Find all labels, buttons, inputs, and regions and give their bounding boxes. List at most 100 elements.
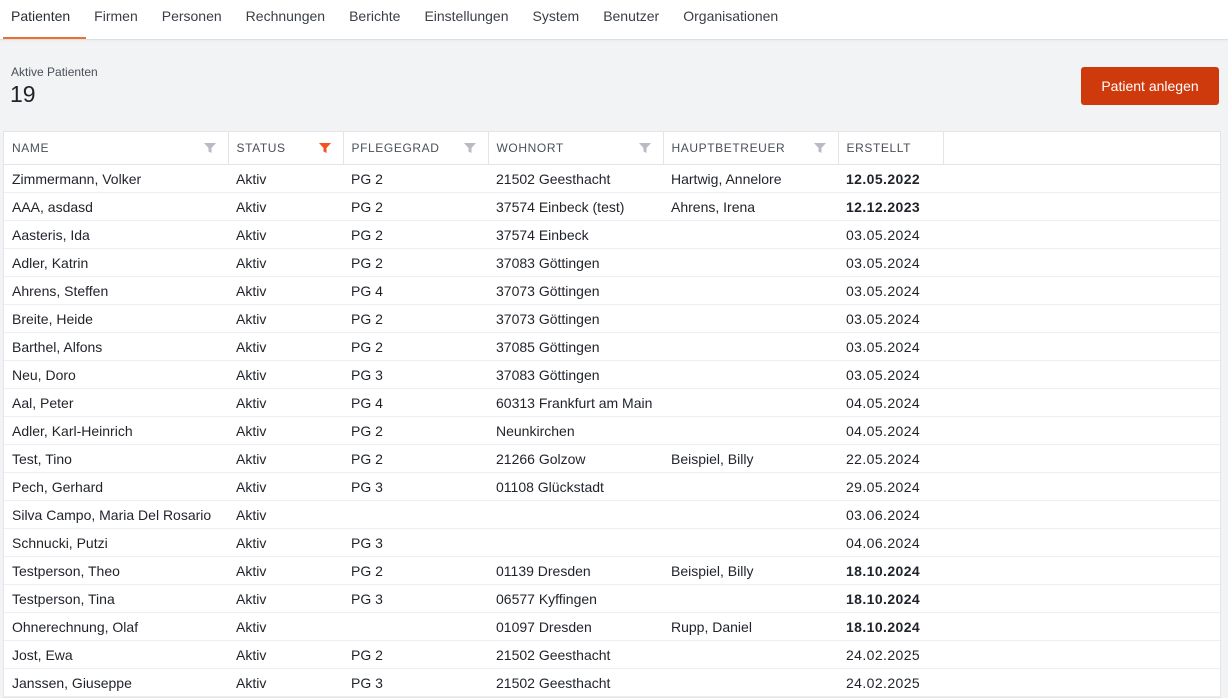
cell-pflegegrad: PG 4 <box>343 388 488 417</box>
table-row[interactable]: Pech, Gerhard Aktiv PG 3 01108 Glückstadt 29… <box>4 472 1220 501</box>
table-row[interactable]: Testperson, Tina Aktiv PG 3 06577 Kyffingen… <box>4 584 1220 613</box>
cell-status: Aktiv <box>228 528 343 557</box>
cell-pflegegrad: PG 3 <box>343 668 488 697</box>
cell-hauptbetreuer: Beispiel, Billy <box>663 556 838 585</box>
cell-spacer <box>943 500 1220 529</box>
table-row[interactable]: Test, Tino Aktiv PG 2 21266 Golzow Beispiel,… <box>4 444 1220 473</box>
cell-status: Aktiv <box>228 556 343 585</box>
cell-pflegegrad: PG 2 <box>343 304 488 333</box>
column-header-label: Status <box>236 141 286 155</box>
column-header-label: Pflegegrad <box>351 141 440 155</box>
cell-hauptbetreuer <box>663 388 838 417</box>
cell-name: Jost, Ewa <box>4 640 228 669</box>
tab-personen[interactable]: Personen <box>154 0 238 31</box>
column-header-pflegegrad[interactable]: Pflegegrad <box>343 132 489 165</box>
tab-rechnungen[interactable]: Rechnungen <box>238 0 341 31</box>
cell-wohnort: 37083 Göttingen <box>488 360 663 389</box>
table-row[interactable]: Schnucki, Putzi Aktiv PG 3 04.06.2024 <box>4 528 1220 557</box>
cell-name: Testperson, Tina <box>4 584 228 613</box>
cell-name: Silva Campo, Maria Del Rosario <box>4 500 228 529</box>
cell-erstellt: 24.02.2025 <box>838 668 943 697</box>
table-row[interactable]: Ohnerechnung, Olaf Aktiv 01097 Dresden Rupp… <box>4 612 1220 641</box>
table-row[interactable]: Silva Campo, Maria Del Rosario Aktiv 03.06… <box>4 500 1220 529</box>
cell-pflegegrad: PG 2 <box>343 248 488 277</box>
table-row[interactable]: Zimmermann, Volker Aktiv PG 2 21502 Geestha… <box>4 164 1220 193</box>
tab-berichte[interactable]: Berichte <box>341 0 416 31</box>
tab-patienten[interactable]: Patienten <box>3 0 87 39</box>
cell-status: Aktiv <box>228 164 343 193</box>
cell-pflegegrad: PG 2 <box>343 332 488 361</box>
tab-einstellungen[interactable]: Einstellungen <box>416 0 524 31</box>
filter-icon[interactable] <box>638 143 651 153</box>
cell-pflegegrad: PG 3 <box>343 360 488 389</box>
cell-status: Aktiv <box>228 304 343 333</box>
column-header-spacer <box>943 132 1220 165</box>
column-header-name[interactable]: Name <box>4 132 229 165</box>
cell-wohnort: 60313 Frankfurt am Main <box>488 388 663 417</box>
cell-pflegegrad: PG 2 <box>343 220 488 249</box>
cell-hauptbetreuer <box>663 668 838 697</box>
filter-icon[interactable] <box>463 143 476 153</box>
cell-wohnort <box>488 500 663 529</box>
table-row[interactable]: Jost, Ewa Aktiv PG 2 21502 Geesthacht 24.02.… <box>4 640 1220 669</box>
cell-erstellt: 03.05.2024 <box>838 304 943 333</box>
cell-pflegegrad: PG 2 <box>343 164 488 193</box>
cell-name: Adler, Katrin <box>4 248 228 277</box>
column-header-erstellt[interactable]: Erstellt <box>838 132 944 165</box>
tab-firmen[interactable]: Firmen <box>86 0 154 31</box>
table-row[interactable]: Barthel, Alfons Aktiv PG 2 37085 Göttingen 0… <box>4 332 1220 361</box>
cell-name: Schnucki, Putzi <box>4 528 228 557</box>
table-row[interactable]: Adler, Katrin Aktiv PG 2 37083 Göttingen 03.… <box>4 248 1220 277</box>
filter-icon[interactable] <box>813 143 826 153</box>
filter-icon[interactable] <box>203 143 216 153</box>
cell-hauptbetreuer: Beispiel, Billy <box>663 444 838 473</box>
table-row[interactable]: Aasteris, Ida Aktiv PG 2 37574 Einbeck 03.05… <box>4 220 1220 249</box>
cell-wohnort: 37073 Göttingen <box>488 304 663 333</box>
column-header-wohnort[interactable]: Wohnort <box>488 132 664 165</box>
cell-wohnort: Neunkirchen <box>488 416 663 445</box>
cell-name: Neu, Doro <box>4 360 228 389</box>
cell-erstellt: 18.10.2024 <box>838 584 943 613</box>
cell-erstellt: 18.10.2024 <box>838 556 943 585</box>
cell-wohnort: 37574 Einbeck <box>488 220 663 249</box>
column-header-status[interactable]: Status <box>228 132 344 165</box>
cell-pflegegrad: PG 2 <box>343 416 488 445</box>
filter-icon[interactable] <box>318 143 331 153</box>
cell-name: Adler, Karl-Heinrich <box>4 416 228 445</box>
cell-wohnort: 01108 Glückstadt <box>488 472 663 501</box>
cell-wohnort: 01097 Dresden <box>488 612 663 641</box>
cell-hauptbetreuer <box>663 332 838 361</box>
table-row[interactable]: Adler, Karl-Heinrich Aktiv PG 2 Neunkirchen… <box>4 416 1220 445</box>
cell-spacer <box>943 248 1220 277</box>
cell-pflegegrad: PG 3 <box>343 528 488 557</box>
cell-erstellt: 24.02.2025 <box>838 640 943 669</box>
cell-spacer <box>943 556 1220 585</box>
table-row[interactable]: Breite, Heide Aktiv PG 2 37073 Göttingen 03.… <box>4 304 1220 333</box>
cell-spacer <box>943 304 1220 333</box>
cell-status: Aktiv <box>228 416 343 445</box>
cell-name: Test, Tino <box>4 444 228 473</box>
cell-hauptbetreuer <box>663 276 838 305</box>
tab-organisationen[interactable]: Organisationen <box>675 0 794 31</box>
cell-erstellt: 12.12.2023 <box>838 192 943 221</box>
tab-system[interactable]: System <box>525 0 596 31</box>
table-row[interactable]: Ahrens, Steffen Aktiv PG 4 37073 Göttingen 0… <box>4 276 1220 305</box>
cell-pflegegrad <box>343 500 488 529</box>
cell-spacer <box>943 360 1220 389</box>
column-header-hauptbetreuer[interactable]: Hauptbetreuer <box>663 132 839 165</box>
cell-spacer <box>943 276 1220 305</box>
cell-hauptbetreuer <box>663 220 838 249</box>
cell-hauptbetreuer <box>663 416 838 445</box>
new-patient-button[interactable]: Patient anlegen <box>1081 67 1219 105</box>
table-row[interactable]: Aal, Peter Aktiv PG 4 60313 Frankfurt am Ma… <box>4 388 1220 417</box>
cell-wohnort: 21502 Geesthacht <box>488 640 663 669</box>
cell-erstellt: 03.05.2024 <box>838 332 943 361</box>
cell-name: Breite, Heide <box>4 304 228 333</box>
table-row[interactable]: Neu, Doro Aktiv PG 3 37083 Göttingen 03.05.2… <box>4 360 1220 389</box>
top-navigation: Patienten Firmen Personen Rechnungen Ber… <box>0 0 1228 40</box>
cell-status: Aktiv <box>228 388 343 417</box>
table-row[interactable]: Testperson, Theo Aktiv PG 2 01139 Dresden Be… <box>4 556 1220 585</box>
table-row[interactable]: Janssen, Giuseppe Aktiv PG 3 21502 Geesthac… <box>4 668 1220 697</box>
table-row[interactable]: AAA, asdasd Aktiv PG 2 37574 Einbeck (test)… <box>4 192 1220 221</box>
tab-benutzer[interactable]: Benutzer <box>595 0 675 31</box>
